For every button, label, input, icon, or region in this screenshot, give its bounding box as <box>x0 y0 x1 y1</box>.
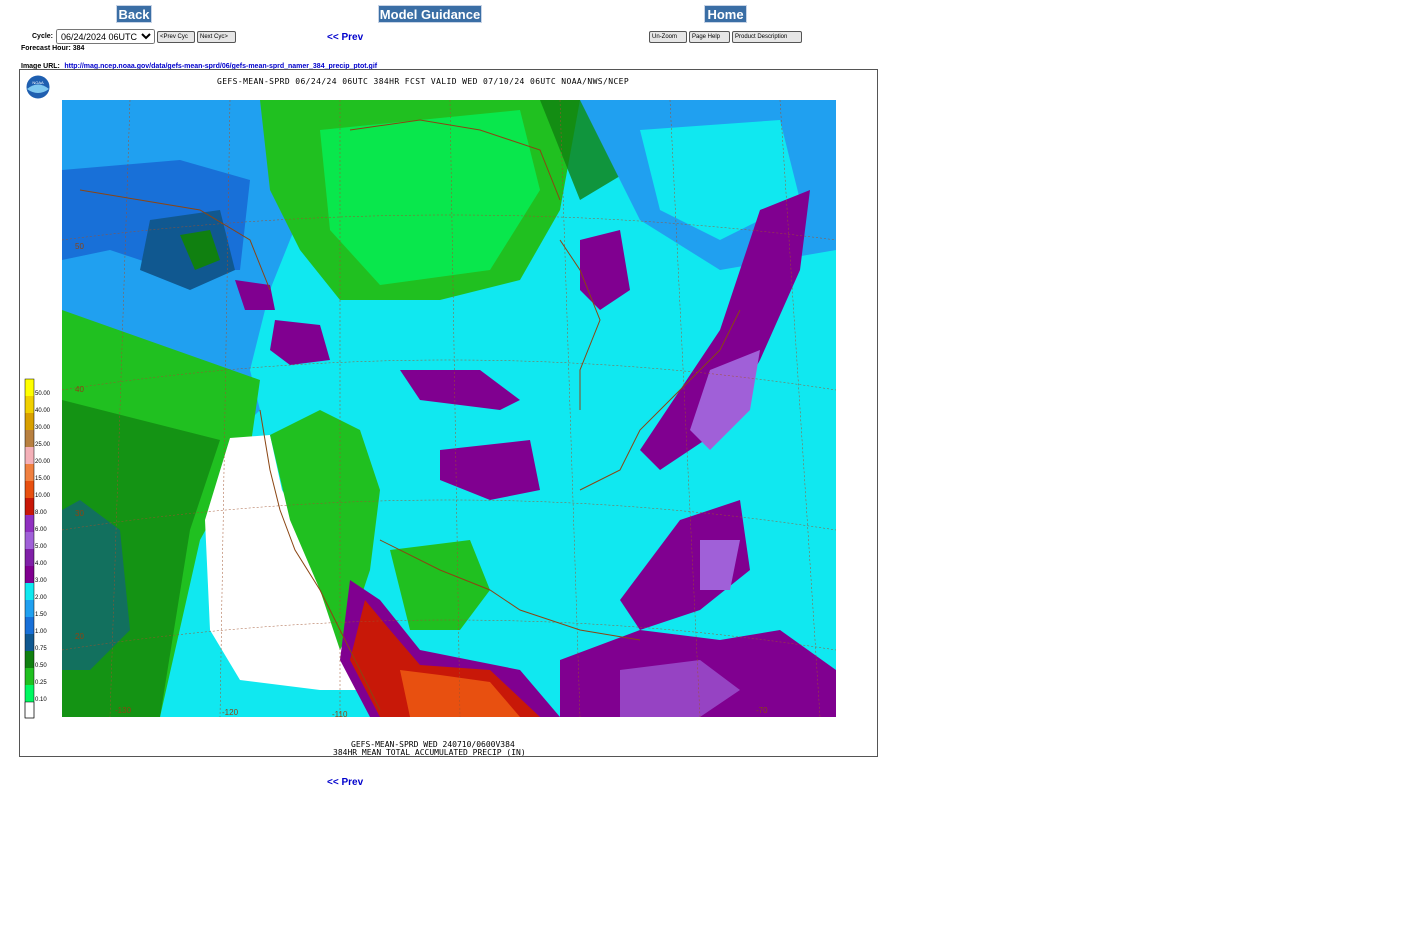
prev-link-top[interactable]: << Prev <box>327 32 363 43</box>
legend-swatch <box>25 396 34 413</box>
lon-label: -110 <box>332 710 348 719</box>
legend-swatch <box>25 549 34 566</box>
legend-swatch <box>25 515 34 532</box>
legend-swatch <box>25 430 34 447</box>
legend-label: 10.00 <box>35 493 51 499</box>
legend-swatch <box>25 600 34 617</box>
prev-link-bottom[interactable]: << Prev <box>327 777 363 788</box>
legend-label: 6.00 <box>35 527 47 533</box>
legend-label: 1.00 <box>35 629 47 635</box>
product-description-button[interactable]: Product Description <box>732 31 802 43</box>
model-guidance-button[interactable]: Model Guidance <box>378 5 482 23</box>
legend-swatch <box>25 634 34 651</box>
legend-label: 2.00 <box>35 595 47 601</box>
legend-label: 0.75 <box>35 646 47 652</box>
lon-label: -130 <box>115 706 132 715</box>
legend-label: 8.00 <box>35 510 47 516</box>
map-footer-line2: 384HR MEAN TOTAL ACCUMULATED PRECIP (IN) <box>333 748 526 756</box>
legend-label: 15.00 <box>35 476 51 482</box>
noaa-logo-text: NOAA <box>32 80 44 85</box>
legend-swatch <box>25 498 34 515</box>
legend-label: 3.00 <box>35 578 47 584</box>
lon-label: -70 <box>756 706 768 715</box>
cycle-select[interactable]: 06/24/2024 06UTC <box>56 29 155 44</box>
lat-label: 40 <box>75 385 84 394</box>
legend-label: 4.00 <box>35 561 47 567</box>
map-header-title: GEFS-MEAN-SPRD 06/24/24 06UTC 384HR FCST… <box>217 77 629 86</box>
legend-swatch <box>25 379 34 396</box>
lon-label: -120 <box>222 708 239 717</box>
legend-swatch <box>25 651 34 668</box>
legend-label: 50.00 <box>35 391 51 397</box>
legend-label: 20.00 <box>35 459 51 465</box>
back-button[interactable]: Back <box>116 5 152 23</box>
legend-swatch <box>25 464 34 481</box>
precip-legend: 50.00 40.00 30.00 25.00 20.00 15.00 10.00 8.00 6… <box>24 378 51 719</box>
legend-swatch <box>25 532 34 549</box>
noaa-logo: NOAA <box>25 74 51 100</box>
legend-label: 0.25 <box>35 680 47 686</box>
legend-swatch <box>25 668 34 685</box>
forecast-map-svg: NOAA GEFS-MEAN-SPRD 06/24/24 06UTC 384HR… <box>24 74 836 756</box>
legend-label: 40.00 <box>35 408 51 414</box>
page-help-button[interactable]: Page Help <box>689 31 730 43</box>
cycle-label: Cycle: <box>32 33 54 40</box>
legend-label: 30.00 <box>35 425 51 431</box>
legend-swatch <box>25 447 34 464</box>
home-button[interactable]: Home <box>704 5 747 23</box>
legend-label: 25.00 <box>35 442 51 448</box>
legend-swatch-none <box>24 701 35 719</box>
legend-swatch <box>25 617 34 634</box>
precip-field <box>62 100 836 717</box>
legend-label: 0.50 <box>35 663 47 669</box>
next-cycle-button[interactable]: Next Cyc> <box>197 31 236 43</box>
unzoom-button[interactable]: Un-Zoom <box>649 31 687 43</box>
legend-swatch <box>25 413 34 430</box>
legend-swatch <box>25 566 34 583</box>
lat-label: 50 <box>75 242 84 251</box>
lat-label: 30 <box>75 509 84 518</box>
prev-cycle-button[interactable]: <Prev Cyc <box>157 31 195 43</box>
legend-label: 5.00 <box>35 544 47 550</box>
legend-label: 0.10 <box>35 697 47 703</box>
legend-swatch <box>25 685 34 702</box>
lat-label: 20 <box>75 632 84 641</box>
legend-swatch <box>25 481 34 498</box>
forecast-map-image[interactable]: NOAA GEFS-MEAN-SPRD 06/24/24 06UTC 384HR… <box>19 69 878 757</box>
forecast-hour: Forecast Hour: 384 <box>21 45 85 52</box>
legend-swatch <box>25 583 34 600</box>
legend-label: 1.50 <box>35 612 47 618</box>
